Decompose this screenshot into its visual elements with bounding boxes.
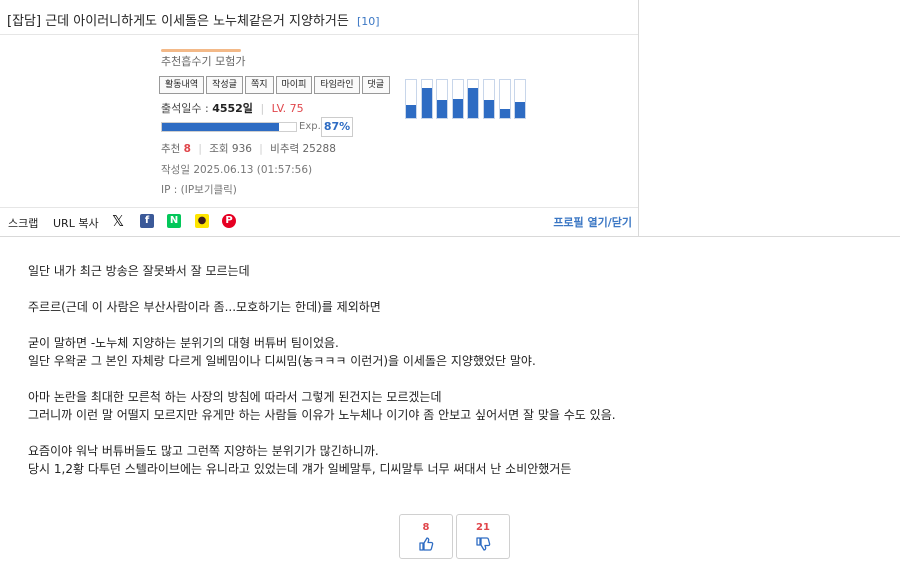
profile-tab-posts[interactable]: 작성글 [206,76,243,94]
views-value: 936 [231,143,252,155]
activity-bar [498,79,511,119]
pinterest-icon[interactable]: P [222,214,236,228]
share-bar: 스크랩 URL 복사 𝕏 f N ● P 프로필 열기/닫기 [0,208,638,236]
activity-bar [405,79,417,119]
activity-bar-fill [406,104,416,118]
activity-bar-fill [437,99,448,118]
attendance-value: 4552일 [212,102,253,115]
post-header-main: [잡담] 근데 아이러니하게도 이세돌은 노누체같은거 지양하거든 [10] 추… [0,0,639,236]
separator: | [198,143,202,155]
activity-bar [483,79,495,119]
recommend-value: 8 [183,143,191,155]
recommend-label: 추천 [161,143,181,155]
body-line: 요즘이야 워낙 버튜버들도 많고 그런쪽 지양하는 분위기가 많긴하니까. [28,444,379,458]
exp-label: Exp. [299,121,321,132]
profile-tab-timeline[interactable]: 타임라인 [314,76,360,94]
exp-progress-bar [161,122,297,132]
author-nickname[interactable]: 추천흡수기 모험가 [161,53,245,69]
body-line: 아마 논란을 최대한 모른척 하는 사장의 방침에 따라서 그렇게 된건지는 모… [28,390,442,404]
kakao-icon[interactable]: ● [195,214,209,228]
upvote-count: 8 [422,522,430,533]
scrap-button[interactable]: 스크랩 [8,215,38,231]
body-line: 굳이 말하면 -노누체 지양하는 분위기의 대형 버튜버 팀이었음. [28,336,339,350]
post-category: [잡담] [7,14,42,29]
profile-tab-activity[interactable]: 활동내역 [159,76,205,94]
activity-bar [436,79,449,119]
x-icon[interactable]: 𝕏 [111,214,125,229]
activity-bar-fill [468,88,479,118]
naver-icon[interactable]: N [167,214,181,228]
separator: | [259,143,263,155]
downvote-count: 21 [476,522,490,533]
divider [0,34,638,35]
separator: | [260,102,265,115]
written-date: 작성일 2025.06.13 (01:57:56) [161,164,313,176]
thumbs-down-icon [476,537,491,551]
activity-bar-fill [452,99,463,118]
activity-bar-fill [515,102,526,118]
views-label: 조회 [209,143,229,155]
comment-count[interactable]: [10] [357,15,380,28]
activity-bar-fill [421,88,432,118]
profile-tab-message[interactable]: 쪽지 [244,76,274,94]
activity-bar-fill [499,108,510,118]
attendance-row: 출석일수 : 4552일 | LV. 75 [161,100,304,116]
thumbs-up-icon [419,537,434,551]
activity-bar [467,79,480,119]
profile-toggle-link[interactable]: 프로필 열기/닫기 [553,214,632,230]
url-copy-button[interactable]: URL 복사 [53,215,99,231]
post-body: 일단 내가 최근 방송은 잘못봐서 잘 모르는데 주르르(근데 이 사람은 부산… [28,262,888,478]
post-stats: 추천 8 | 조회 936 | 비추력 25288 [161,141,336,156]
profile-tab-mypi[interactable]: 마이피 [275,76,313,94]
activity-bar [514,79,527,119]
body-line: 일단 우왁굳 그 본인 자체랑 다르게 일베밈이나 디씨밈(농ㅋㅋㅋ 이런거)을… [28,354,536,368]
nickname-highlight [161,49,241,52]
nonrec-value: 25288 [302,143,336,155]
activity-bar-fill [484,99,494,118]
post-title: [잡담] 근데 아이러니하게도 이세돌은 노누체같은거 지양하거든 [10] [7,10,380,29]
body-line: 당시 1,2황 다투던 스텔라이브에는 유니라고 있었는데 걔가 일베말투, 디… [28,462,572,476]
activity-bar [420,79,433,119]
post-title-text: 근데 아이러니하게도 이세돌은 노누체같은거 지양하거든 [45,14,349,29]
activity-bar [451,79,464,119]
post-header: [잡담] 근데 아이러니하게도 이세돌은 노누체같은거 지양하거든 [10] 추… [0,0,900,237]
exp-progress-fill [162,123,279,131]
nonrec-label: 비추력 [270,143,300,155]
facebook-icon[interactable]: f [140,214,154,228]
user-level: LV. 75 [271,102,304,115]
exp-percent: 87% [321,117,353,137]
profile-tabs: 활동내역 작성글 쪽지 마이피 타임라인 댓글 [159,76,392,94]
body-line: 그러니까 이런 말 어떨지 모르지만 유게만 하는 사람들 이유가 노누체나 이… [28,408,616,422]
upvote-button[interactable]: 8 [399,514,453,559]
downvote-button[interactable]: 21 [456,514,510,559]
activity-bar-chart [405,77,531,119]
body-line: 일단 내가 최근 방송은 잘못봐서 잘 모르는데 [28,264,250,278]
body-line: 주르르(근데 이 사람은 부산사람이라 좀...모호하기는 한데)를 제외하면 [28,300,381,314]
attendance-label: 출석일수 : [161,102,209,115]
ip-link[interactable]: IP : (IP보기클릭) [161,182,237,197]
profile-tab-comments[interactable]: 댓글 [361,76,391,94]
